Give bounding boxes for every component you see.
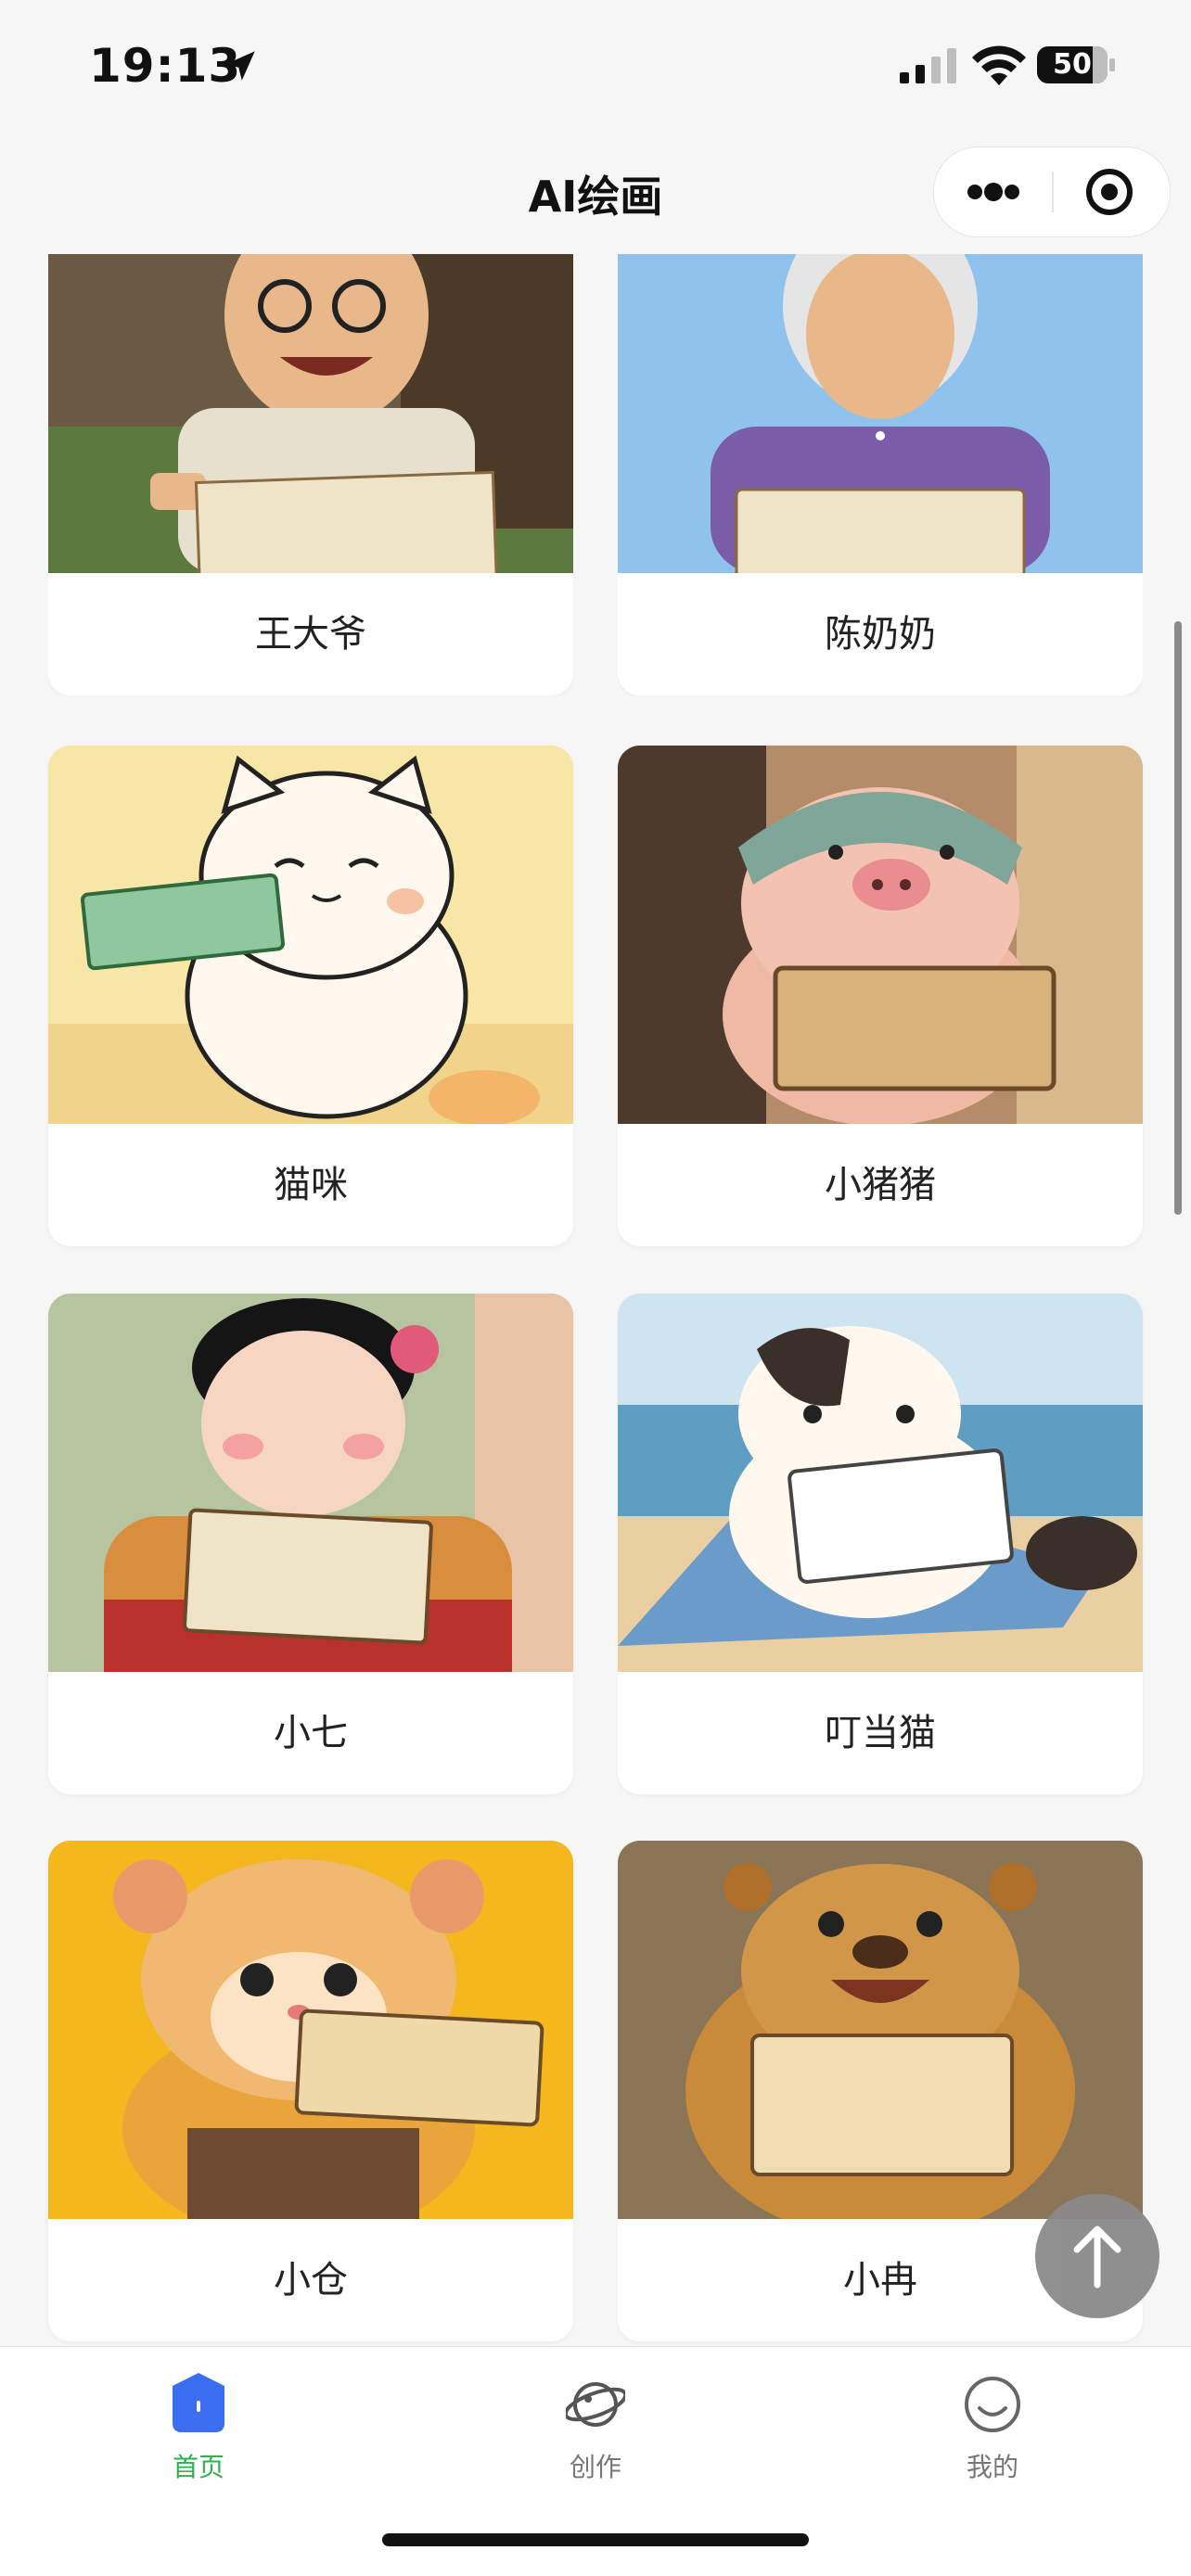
tab-create[interactable]: 创作	[503, 2364, 688, 2503]
hamster-illustration	[48, 1841, 573, 2219]
home-icon	[173, 2373, 224, 2432]
battery-icon: 50	[1037, 46, 1115, 83]
lucky-cat-illustration	[48, 746, 573, 1124]
card-image	[48, 1841, 573, 2219]
card-name: 王大爷	[255, 613, 366, 656]
card-xiaocang[interactable]: 小仓	[48, 1841, 573, 2341]
card-name: 猫咪	[274, 1164, 348, 1206]
lady-illustration	[48, 1294, 573, 1672]
battery-level: 50	[1053, 48, 1092, 81]
location-arrow-icon	[225, 51, 255, 81]
card-maomi[interactable]: 猫咪	[48, 746, 573, 1246]
card-image	[48, 746, 573, 1124]
card-image	[48, 1294, 573, 1672]
planet-icon	[566, 2382, 625, 2427]
close-miniprogram-button[interactable]	[1054, 147, 1170, 236]
status-time: 19:13	[89, 39, 242, 93]
smile-face-icon	[965, 2377, 1020, 2432]
capybara-illustration	[618, 1841, 1143, 2219]
card-xiaoqi[interactable]: 小七	[48, 1294, 573, 1794]
back-to-top-button[interactable]	[1035, 2194, 1159, 2318]
screen: 19:13 50 AI绘画 王大爷 陈奶奶 猫咪 小猪猪 小七 叮当猫 小仓 小…	[0, 0, 1191, 2576]
card-name: 小猪猪	[825, 1164, 936, 1206]
wifi-icon	[972, 45, 1026, 85]
tab-label: 创作	[569, 2452, 621, 2482]
mini-program-capsule	[933, 147, 1171, 237]
card-wang-daye[interactable]: 王大爷	[48, 254, 573, 695]
card-image	[618, 746, 1143, 1124]
card-image	[618, 1294, 1143, 1672]
more-dots-icon	[967, 183, 1019, 201]
scrollbar[interactable]	[1174, 621, 1182, 1215]
cellular-signal-icon	[900, 48, 956, 83]
card-name: 小七	[274, 1712, 348, 1754]
card-name: 小仓	[274, 2259, 348, 2302]
tab-mine[interactable]: 我的	[900, 2364, 1085, 2503]
home-indicator	[382, 2533, 809, 2546]
card-dingdangmao[interactable]: 叮当猫	[618, 1294, 1143, 1794]
target-close-icon	[1086, 169, 1133, 215]
arrow-up-icon	[1073, 2225, 1121, 2289]
card-image	[618, 1841, 1143, 2219]
pig-illustration	[618, 746, 1143, 1124]
card-name: 叮当猫	[825, 1712, 936, 1754]
card-xiaozhuzhu[interactable]: 小猪猪	[618, 746, 1143, 1246]
status-bar: 19:13 50	[0, 0, 1191, 130]
tab-label: 首页	[172, 2452, 224, 2482]
more-button[interactable]	[934, 147, 1051, 236]
beach-cat-illustration	[618, 1294, 1143, 1672]
nav-bar: AI绘画	[0, 130, 1191, 255]
card-name: 陈奶奶	[825, 613, 936, 656]
tab-home[interactable]: 首页	[106, 2364, 291, 2503]
card-chen-nainai[interactable]: 陈奶奶	[618, 254, 1143, 695]
tab-label: 我的	[966, 2452, 1018, 2482]
